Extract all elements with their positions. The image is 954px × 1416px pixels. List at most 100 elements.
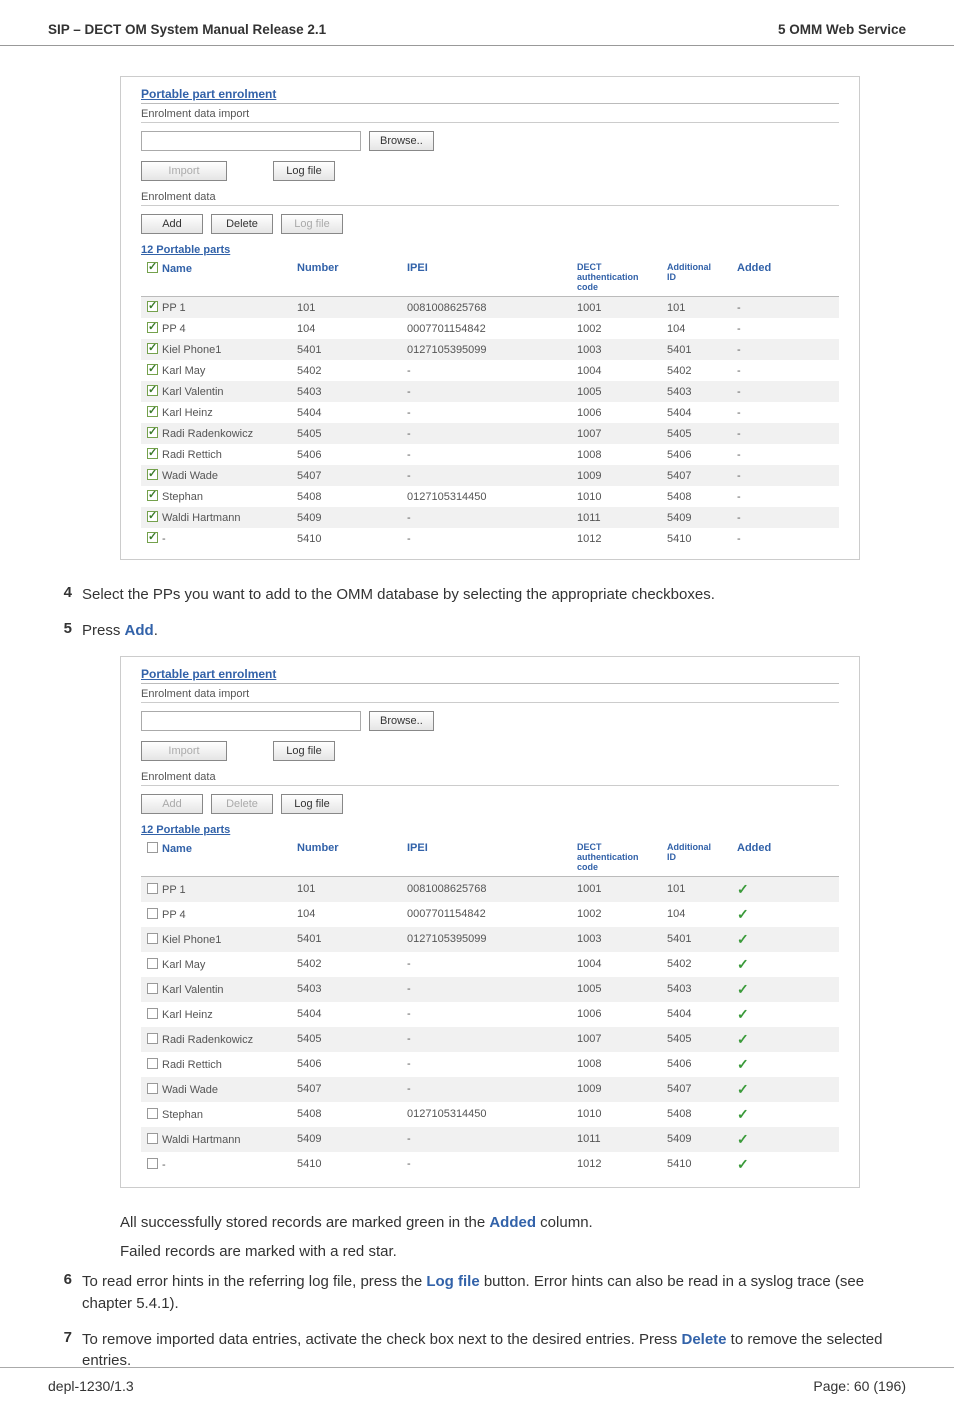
check-icon: ✓ [737,981,749,997]
row-checkbox[interactable] [147,511,158,522]
table-row: Karl Valentin5403-10055403- [141,381,839,402]
table-row: Karl Valentin5403-10055403✓ [141,977,839,1002]
para-added-green: All successfully stored records are mark… [120,1212,906,1234]
footer-left: depl-1230/1.3 [48,1378,134,1394]
table-row: PP 410400077011548421002104✓ [141,902,839,927]
check-icon: ✓ [737,1031,749,1047]
panel2-title: Portable part enrolment [141,667,839,684]
row-checkbox[interactable] [147,1108,158,1119]
col-dect: DECTauthenticationcode [571,258,661,297]
para-failed-red: Failed records are marked with a red sta… [120,1241,906,1263]
parts-caption-1: 12 Portable parts [141,244,839,256]
check-icon: ✓ [737,1056,749,1072]
parts-table-2: Name Number IPEI DECTauthenticationcode … [141,838,839,1177]
page-header: SIP – DECT OM System Manual Release 2.1 … [0,0,954,46]
row-checkbox[interactable] [147,983,158,994]
row-checkbox[interactable] [147,1033,158,1044]
col-additional-id: AdditionalID [661,258,731,297]
row-checkbox[interactable] [147,1058,158,1069]
parts-caption-2: 12 Portable parts [141,824,839,836]
table-row: Wadi Wade5407-10095407✓ [141,1077,839,1102]
row-checkbox[interactable] [147,322,158,333]
import-section-label-2: Enrolment data import [141,688,839,703]
row-checkbox[interactable] [147,427,158,438]
row-checkbox[interactable] [147,883,158,894]
check-icon: ✓ [737,881,749,897]
row-checkbox[interactable] [147,364,158,375]
table-row: Radi Rettich5406-10085406- [141,444,839,465]
data-section-label-2: Enrolment data [141,771,839,786]
table-row: Kiel Phone15401012710539509910035401✓ [141,927,839,952]
panel1-title: Portable part enrolment [141,87,839,104]
table-row: Radi Radenkowicz5405-10075405✓ [141,1027,839,1052]
row-checkbox[interactable] [147,532,158,543]
step-5: Press Add. [48,620,906,642]
file-input[interactable] [141,131,361,151]
row-checkbox[interactable] [147,933,158,944]
add-button-2[interactable]: Add [141,794,203,814]
row-checkbox[interactable] [147,490,158,501]
table-row: -5410-10125410✓ [141,1152,839,1177]
data-section-label: Enrolment data [141,191,839,206]
import-section-label: Enrolment data import [141,108,839,123]
enrolment-panel-2: Portable part enrolment Enrolment data i… [120,656,860,1188]
table-row: Kiel Phone15401012710539509910035401- [141,339,839,360]
header-left: SIP – DECT OM System Manual Release 2.1 [48,22,326,37]
check-icon: ✓ [737,1081,749,1097]
table-row: Karl May5402-10045402- [141,360,839,381]
row-checkbox[interactable] [147,406,158,417]
parts-table-1: Name Number IPEI DECTauthenticationcode … [141,258,839,549]
row-checkbox[interactable] [147,448,158,459]
header-right: 5 OMM Web Service [778,22,906,37]
col-added: Added [731,258,839,297]
delete-button[interactable]: Delete [211,214,273,234]
logfile-button-1[interactable]: Log file [273,161,335,181]
kw-add: Add [125,622,154,639]
table-row: -5410-10125410- [141,528,839,549]
step-4: Select the PPs you want to add to the OM… [48,584,906,606]
step-7: To remove imported data entries, activat… [48,1329,906,1373]
col-number-2: Number [291,838,401,877]
col-dect-2: DECTauthenticationcode [571,838,661,877]
add-button[interactable]: Add [141,214,203,234]
import-button[interactable]: Import [141,161,227,181]
row-checkbox[interactable] [147,385,158,396]
import-button-2[interactable]: Import [141,741,227,761]
hdr-checkbox-2[interactable] [147,842,158,853]
delete-button-2[interactable]: Delete [211,794,273,814]
col-added-2: Added [731,838,839,877]
logfile-button-4[interactable]: Log file [281,794,343,814]
hdr-checkbox-1[interactable] [147,262,158,273]
row-checkbox[interactable] [147,958,158,969]
check-icon: ✓ [737,956,749,972]
table-row: Radi Rettich5406-10085406✓ [141,1052,839,1077]
table-row: PP 110100810086257681001101- [141,297,839,319]
step-6: To read error hints in the referring log… [48,1271,906,1315]
col-name-2: Name [162,843,192,855]
col-ipei: IPEI [401,258,571,297]
file-input-2[interactable] [141,711,361,731]
footer-right: Page: 60 (196) [813,1378,906,1394]
row-checkbox[interactable] [147,469,158,480]
steps-4-5: Select the PPs you want to add to the OM… [48,584,906,642]
row-checkbox[interactable] [147,1083,158,1094]
table-row: PP 410400077011548421002104- [141,318,839,339]
table-row: Waldi Hartmann5409-10115409- [141,507,839,528]
row-checkbox[interactable] [147,1158,158,1169]
check-icon: ✓ [737,1131,749,1147]
logfile-button-3[interactable]: Log file [273,741,335,761]
kw-logfile: Log file [426,1273,479,1290]
browse-button[interactable]: Browse.. [369,131,434,151]
row-checkbox[interactable] [147,343,158,354]
table-row: Radi Radenkowicz5405-10075405- [141,423,839,444]
check-icon: ✓ [737,931,749,947]
row-checkbox[interactable] [147,1133,158,1144]
row-checkbox[interactable] [147,908,158,919]
check-icon: ✓ [737,906,749,922]
col-name: Name [162,263,192,275]
row-checkbox[interactable] [147,1008,158,1019]
browse-button-2[interactable]: Browse.. [369,711,434,731]
row-checkbox[interactable] [147,301,158,312]
steps-6-7: To read error hints in the referring log… [48,1271,906,1372]
logfile-button-2[interactable]: Log file [281,214,343,234]
